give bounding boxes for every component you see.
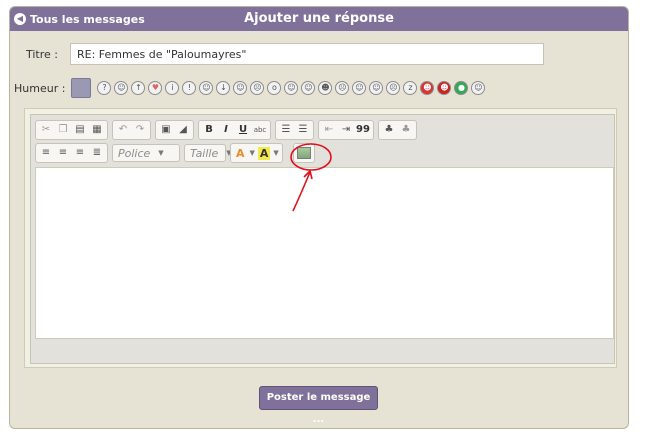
annotation-arrow-shaft <box>292 171 311 212</box>
annotation-circle <box>290 143 332 171</box>
red-annotation <box>290 143 332 212</box>
post-message-button[interactable]: Poster le message ... <box>259 386 378 425</box>
